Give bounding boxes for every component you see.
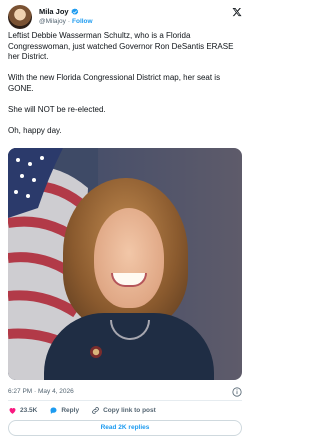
handle-row: @Milajoy · Follow bbox=[39, 17, 93, 27]
like-count: 23.5K bbox=[20, 406, 38, 414]
copy-link-label: Copy link to post bbox=[103, 406, 156, 414]
verified-badge-icon bbox=[71, 8, 78, 15]
divider bbox=[8, 400, 242, 401]
x-logo-icon[interactable] bbox=[232, 7, 242, 17]
name-row: Mila Joy bbox=[39, 6, 79, 17]
avatar[interactable] bbox=[8, 5, 32, 29]
display-name[interactable]: Mila Joy bbox=[39, 6, 69, 17]
link-icon bbox=[92, 406, 99, 414]
tweet-paragraph: Leftist Debbie Wasserman Schultz, who is… bbox=[8, 31, 234, 61]
action-bar: 23.5K Reply Copy link to post bbox=[8, 404, 242, 416]
tweet-paragraph: Oh, happy day. bbox=[8, 125, 62, 135]
separator-dot: · bbox=[67, 18, 70, 25]
info-icon[interactable] bbox=[232, 387, 242, 397]
tweet-meta: 6:27 PM · May 4, 2026 bbox=[8, 386, 242, 398]
heart-icon bbox=[9, 407, 16, 414]
like-button[interactable]: 23.5K bbox=[8, 406, 37, 415]
tweet-paragraph: She will NOT be re-elected. bbox=[8, 104, 106, 114]
handle[interactable]: @Milajoy bbox=[39, 17, 66, 27]
photo-face bbox=[94, 208, 164, 308]
read-replies-button[interactable]: Read 2K replies bbox=[8, 420, 242, 436]
reply-label: Reply bbox=[61, 406, 80, 414]
timestamp[interactable]: 6:27 PM · May 4, 2026 bbox=[8, 388, 74, 395]
copy-link-button[interactable]: Copy link to post bbox=[91, 406, 156, 415]
reply-button[interactable]: Reply bbox=[49, 406, 79, 415]
tweet-card: Mila Joy @Milajoy · Follow Leftist Debbi… bbox=[0, 0, 250, 442]
reply-icon bbox=[50, 407, 57, 414]
tweet-header: Mila Joy @Milajoy · Follow bbox=[8, 5, 242, 29]
tweet-paragraph: With the new Florida Congressional Distr… bbox=[8, 73, 221, 93]
follow-button[interactable]: Follow bbox=[72, 17, 93, 27]
congressional-pin bbox=[90, 346, 102, 358]
tweet-photo[interactable] bbox=[8, 148, 242, 380]
tweet-text: Leftist Debbie Wasserman Schultz, who is… bbox=[8, 31, 246, 147]
